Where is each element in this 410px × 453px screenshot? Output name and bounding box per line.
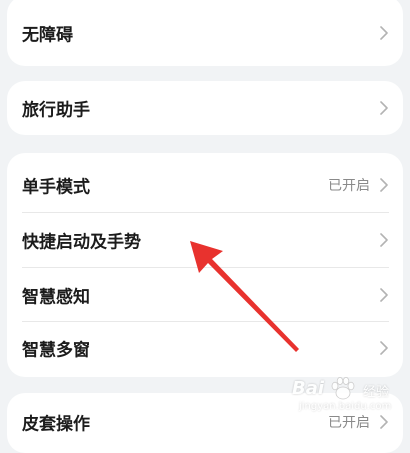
setting-smart-awareness[interactable]: 智慧感知: [7, 268, 403, 322]
settings-group-accessibility: 无障碍: [7, 0, 403, 66]
setting-smart-awareness-label: 智慧感知: [22, 287, 90, 308]
setting-smart-multi-window[interactable]: 智慧多窗: [7, 321, 403, 375]
chevron-right-icon: [380, 178, 388, 192]
chevron-right-icon: [380, 233, 388, 247]
settings-group-travel: 旅行助手: [7, 81, 403, 135]
settings-group-cover: 皮套操作 已开启: [7, 393, 403, 453]
chevron-right-icon: [380, 288, 388, 302]
setting-cover-operation-label: 皮套操作: [22, 414, 90, 435]
setting-one-handed-mode-status: 已开启: [328, 178, 370, 194]
setting-accessibility-label: 无障碍: [22, 25, 73, 46]
chevron-right-icon: [380, 415, 388, 429]
setting-cover-operation[interactable]: 皮套操作 已开启: [7, 395, 403, 449]
settings-group-assist-features: 单手模式 已开启 快捷启动及手势 智慧感知 智慧多窗: [7, 153, 403, 377]
chevron-right-icon: [380, 26, 388, 40]
setting-travel-assistant-label: 旅行助手: [22, 100, 90, 121]
setting-accessibility[interactable]: 无障碍: [7, 6, 403, 60]
chevron-right-icon: [380, 341, 388, 355]
setting-one-handed-mode[interactable]: 单手模式 已开启: [7, 158, 403, 212]
setting-cover-operation-status: 已开启: [328, 415, 370, 431]
chevron-right-icon: [380, 101, 388, 115]
setting-shortcuts-and-gestures-label: 快捷启动及手势: [22, 232, 141, 253]
setting-one-handed-mode-label: 单手模式: [22, 177, 90, 198]
setting-shortcuts-and-gestures[interactable]: 快捷启动及手势: [7, 213, 403, 267]
setting-smart-multi-window-label: 智慧多窗: [22, 340, 90, 361]
setting-travel-assistant[interactable]: 旅行助手: [7, 81, 403, 135]
